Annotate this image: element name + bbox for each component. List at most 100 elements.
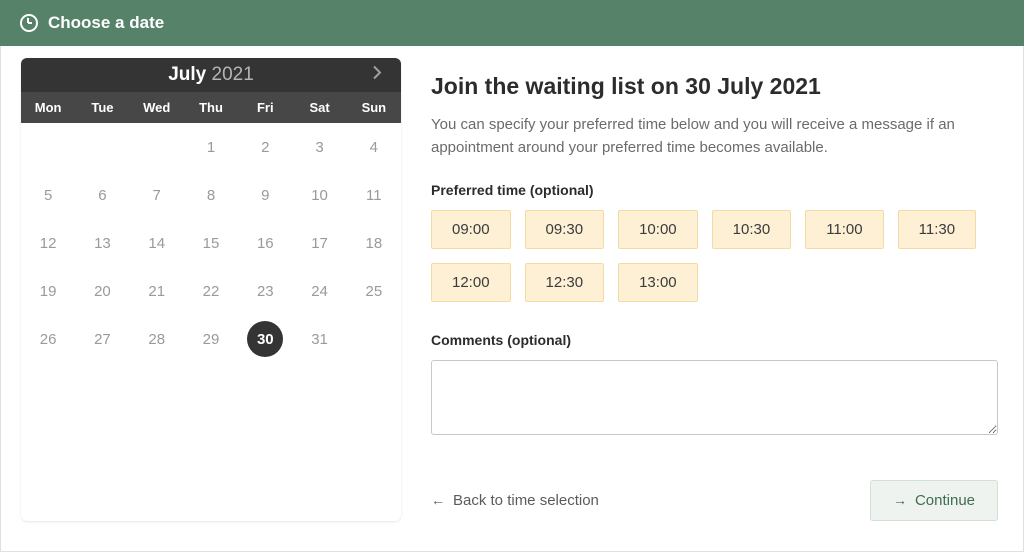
calendar-day-2[interactable]: 2 — [238, 123, 292, 171]
calendar-day-15[interactable]: 15 — [184, 219, 238, 267]
calendar-day-4[interactable]: 4 — [347, 123, 401, 171]
calendar-month: July — [168, 64, 206, 85]
weekday-header: Thu — [184, 92, 238, 123]
calendar-day-3[interactable]: 3 — [292, 123, 346, 171]
calendar-day-label: 3 — [315, 139, 323, 156]
waiting-list-description: You can specify your preferred time belo… — [431, 113, 998, 160]
calendar-day-label: 24 — [311, 283, 328, 300]
calendar-day-label: 28 — [148, 331, 165, 348]
arrow-right-icon: → — [893, 492, 907, 508]
calendar-day-label: 6 — [98, 187, 106, 204]
calendar-year: 2021 — [212, 64, 254, 85]
calendar-day-23[interactable]: 23 — [238, 267, 292, 315]
calendar-grid: 1234567891011121314151617181920212223242… — [21, 123, 401, 363]
calendar-day-17[interactable]: 17 — [292, 219, 346, 267]
calendar-day-18[interactable]: 18 — [347, 219, 401, 267]
calendar-day-12[interactable]: 12 — [21, 219, 75, 267]
calendar-day-label: 18 — [366, 235, 383, 252]
calendar-day-label: 2 — [261, 139, 269, 156]
calendar-day-label: 7 — [153, 187, 161, 204]
calendar-day-label: 27 — [94, 331, 111, 348]
action-row: ← Back to time selection → Continue — [431, 480, 998, 521]
calendar-title-bar: July 2021 — [21, 58, 401, 92]
calendar-day-label: 20 — [94, 283, 111, 300]
calendar-day-label: 13 — [94, 235, 111, 252]
waiting-list-panel: Join the waiting list on 30 July 2021 Yo… — [431, 58, 1003, 521]
calendar-day-label: 10 — [311, 187, 328, 204]
calendar-day-label: 4 — [370, 139, 378, 156]
time-option-1200[interactable]: 12:00 — [431, 263, 511, 302]
back-link[interactable]: ← Back to time selection — [431, 492, 599, 509]
weekday-header: Sun — [347, 92, 401, 123]
weekday-header: Tue — [75, 92, 129, 123]
clock-icon — [20, 14, 38, 32]
chevron-right-icon — [373, 66, 383, 80]
calendar-day-label: 1 — [207, 139, 215, 156]
arrow-left-icon: ← — [431, 492, 445, 508]
calendar-day-5[interactable]: 5 — [21, 171, 75, 219]
calendar-day-label: 25 — [366, 283, 383, 300]
weekday-header: Mon — [21, 92, 75, 123]
time-option-0930[interactable]: 09:30 — [525, 210, 605, 249]
back-link-label: Back to time selection — [453, 492, 599, 509]
calendar-day-29[interactable]: 29 — [184, 315, 238, 363]
content: July 2021 MonTueWedThuFriSatSun 12345678… — [0, 46, 1024, 552]
calendar-day-label: 22 — [203, 283, 220, 300]
calendar-day-label: 9 — [261, 187, 269, 204]
calendar-day-27[interactable]: 27 — [75, 315, 129, 363]
comments-input[interactable] — [431, 360, 998, 435]
calendar-day-label: 30 — [247, 321, 283, 357]
time-option-0900[interactable]: 09:00 — [431, 210, 511, 249]
calendar-day-22[interactable]: 22 — [184, 267, 238, 315]
time-option-1100[interactable]: 11:00 — [805, 210, 883, 249]
calendar-day-8[interactable]: 8 — [184, 171, 238, 219]
calendar: July 2021 MonTueWedThuFriSatSun 12345678… — [21, 58, 401, 521]
calendar-day-11[interactable]: 11 — [347, 171, 401, 219]
calendar-day-label: 14 — [148, 235, 165, 252]
calendar-day-6[interactable]: 6 — [75, 171, 129, 219]
calendar-day-28[interactable]: 28 — [130, 315, 184, 363]
calendar-day-19[interactable]: 19 — [21, 267, 75, 315]
calendar-day-label: 21 — [148, 283, 165, 300]
next-month-button[interactable] — [373, 66, 383, 85]
page-header: Choose a date — [0, 0, 1024, 46]
calendar-day-24[interactable]: 24 — [292, 267, 346, 315]
calendar-day-label: 11 — [366, 187, 382, 204]
header-title: Choose a date — [48, 13, 164, 33]
weekday-header: Fri — [238, 92, 292, 123]
calendar-weekdays: MonTueWedThuFriSatSun — [21, 92, 401, 123]
preferred-time-options: 09:00 09:30 10:00 10:30 11:00 11:30 12:00 12:30… — [431, 210, 998, 302]
calendar-day-20[interactable]: 20 — [75, 267, 129, 315]
page: Choose a date July 2021 MonTueWedThuFriS… — [0, 0, 1024, 552]
calendar-day-7[interactable]: 7 — [130, 171, 184, 219]
calendar-day-14[interactable]: 14 — [130, 219, 184, 267]
calendar-day-9[interactable]: 9 — [238, 171, 292, 219]
preferred-time-label: Preferred time (optional) — [431, 182, 998, 198]
weekday-header: Wed — [130, 92, 184, 123]
calendar-day-label: 26 — [40, 331, 57, 348]
calendar-day-21[interactable]: 21 — [130, 267, 184, 315]
calendar-day-label: 19 — [40, 283, 57, 300]
comments-label: Comments (optional) — [431, 332, 998, 348]
calendar-day-26[interactable]: 26 — [21, 315, 75, 363]
calendar-day-label: 31 — [311, 331, 328, 348]
calendar-day-label: 16 — [257, 235, 274, 252]
time-option-1030[interactable]: 10:30 — [712, 210, 792, 249]
calendar-day-10[interactable]: 10 — [292, 171, 346, 219]
calendar-day-13[interactable]: 13 — [75, 219, 129, 267]
time-option-1300[interactable]: 13:00 — [618, 263, 698, 302]
time-option-1230[interactable]: 12:30 — [525, 263, 605, 302]
calendar-day-label: 15 — [203, 235, 220, 252]
calendar-day-label: 23 — [257, 283, 274, 300]
calendar-day-30[interactable]: 30 — [238, 315, 292, 363]
continue-button-label: Continue — [915, 492, 975, 509]
calendar-day-25[interactable]: 25 — [347, 267, 401, 315]
continue-button[interactable]: → Continue — [870, 480, 998, 521]
calendar-day-label: 8 — [207, 187, 215, 204]
calendar-day-label: 29 — [203, 331, 220, 348]
calendar-day-16[interactable]: 16 — [238, 219, 292, 267]
time-option-1130[interactable]: 11:30 — [898, 210, 976, 249]
calendar-day-1[interactable]: 1 — [184, 123, 238, 171]
calendar-day-31[interactable]: 31 — [292, 315, 346, 363]
time-option-1000[interactable]: 10:00 — [618, 210, 698, 249]
